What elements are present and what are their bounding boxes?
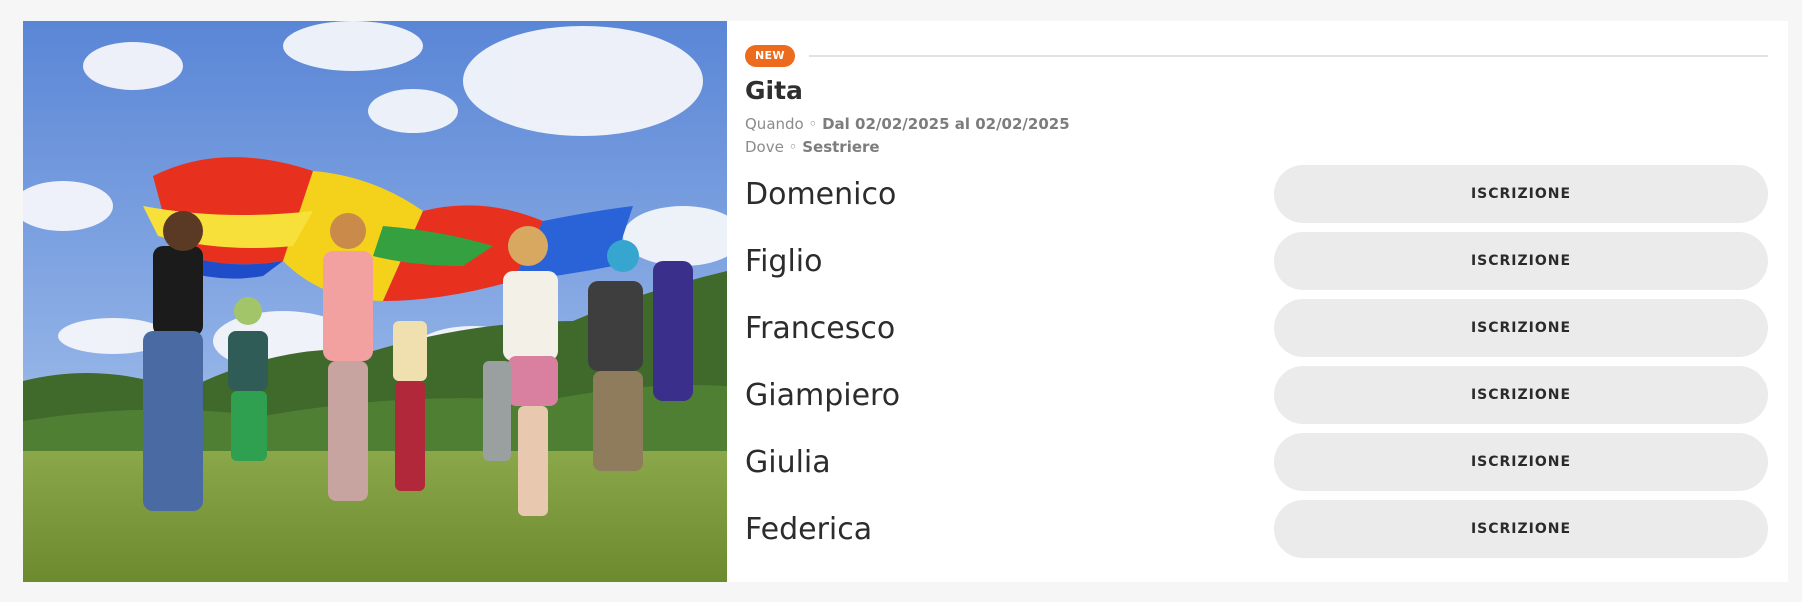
iscrizione-button[interactable]: ISCRIZIONE (1274, 232, 1768, 290)
event-title: Gita (745, 76, 803, 105)
participant-list: Domenico ISCRIZIONE Figlio ISCRIZIONE Fr… (745, 165, 1768, 558)
participant-name: Francesco (745, 310, 896, 346)
participant-row: Francesco ISCRIZIONE (745, 299, 1768, 357)
event-details: NEW Gita Quando ◦ Dal 02/02/2025 al 02/0… (727, 21, 1788, 582)
iscrizione-button[interactable]: ISCRIZIONE (1274, 433, 1768, 491)
participant-name: Giulia (745, 444, 831, 480)
event-card: NEW Gita Quando ◦ Dal 02/02/2025 al 02/0… (23, 21, 1788, 582)
participant-name: Figlio (745, 243, 823, 279)
participant-name: Giampiero (745, 377, 901, 413)
event-meta: Quando ◦ Dal 02/02/2025 al 02/02/2025 Do… (745, 113, 1768, 159)
participant-name: Federica (745, 511, 873, 547)
iscrizione-button[interactable]: ISCRIZIONE (1274, 500, 1768, 558)
participant-row: Figlio ISCRIZIONE (745, 232, 1768, 290)
iscrizione-button[interactable]: ISCRIZIONE (1274, 165, 1768, 223)
iscrizione-button[interactable]: ISCRIZIONE (1274, 299, 1768, 357)
participant-row: Giulia ISCRIZIONE (745, 433, 1768, 491)
iscrizione-button[interactable]: ISCRIZIONE (1274, 366, 1768, 424)
participant-name: Domenico (745, 176, 897, 212)
participant-row: Federica ISCRIZIONE (745, 500, 1768, 558)
event-when: Quando ◦ Dal 02/02/2025 al 02/02/2025 (745, 113, 1768, 136)
participant-row: Giampiero ISCRIZIONE (745, 366, 1768, 424)
participant-row: Domenico ISCRIZIONE (745, 165, 1768, 223)
badge-row: NEW (745, 45, 1768, 67)
new-badge: NEW (745, 45, 795, 67)
where-label: Dove ◦ (745, 138, 798, 156)
when-value: Dal 02/02/2025 al 02/02/2025 (822, 115, 1070, 133)
divider (808, 55, 1768, 57)
event-where: Dove ◦ Sestriere (745, 136, 1768, 159)
when-label: Quando ◦ (745, 115, 818, 133)
where-value: Sestriere (802, 138, 880, 156)
event-image (23, 21, 727, 582)
